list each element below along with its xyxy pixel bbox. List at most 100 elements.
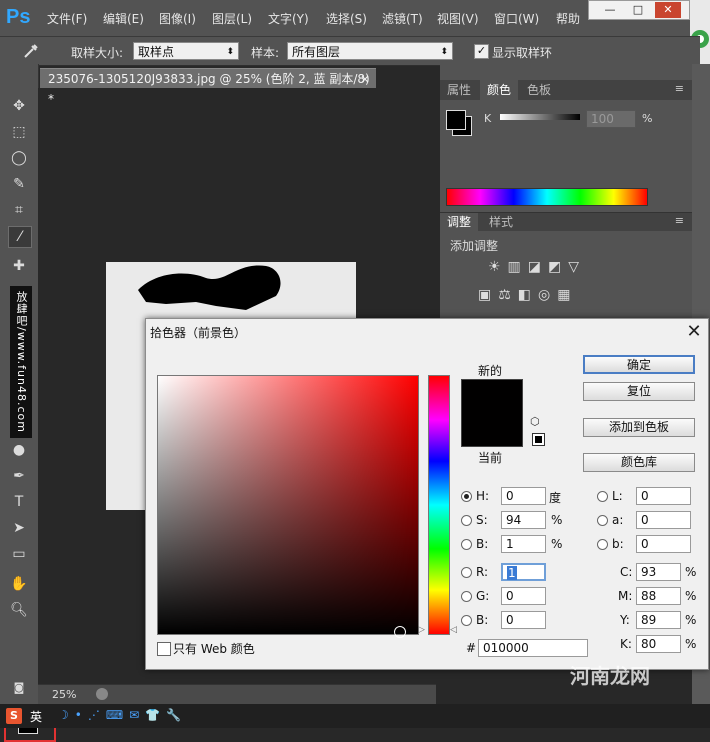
- r-label: R:: [476, 565, 489, 579]
- close-icon[interactable]: ✕: [684, 321, 704, 342]
- sample-size-select[interactable]: 取样点 ⬍: [133, 42, 239, 60]
- r-radio[interactable]: [461, 567, 472, 578]
- menu-file[interactable]: 文件(F): [47, 10, 87, 27]
- ok-button[interactable]: 确定: [583, 355, 695, 374]
- b-field[interactable]: 1: [501, 535, 546, 553]
- m-field[interactable]: 88: [636, 587, 681, 605]
- blue-field[interactable]: 0: [501, 611, 546, 629]
- b-label: B:: [476, 537, 489, 551]
- document-tab[interactable]: 235076-1305120J93833.jpg @ 25% (色阶 2, 蓝 …: [40, 68, 376, 106]
- a-field[interactable]: 0: [636, 511, 691, 529]
- g-field[interactable]: 0: [501, 587, 546, 605]
- adjustment-icons-row1[interactable]: ☀▥◪◩▽: [488, 259, 586, 275]
- hand-tool-icon[interactable]: ✋: [8, 574, 30, 594]
- close-tab-icon[interactable]: ×: [360, 69, 370, 89]
- eyedropper-tool-icon[interactable]: ⁄: [8, 226, 32, 248]
- hex-field[interactable]: 010000: [478, 639, 588, 657]
- hue-slider-right-arrow[interactable]: ◁: [450, 625, 457, 635]
- saturation-brightness-field[interactable]: [157, 375, 419, 638]
- crop-tool-icon[interactable]: ⌗: [8, 200, 30, 220]
- tab-styles[interactable]: 样式: [482, 213, 520, 231]
- quick-select-tool-icon[interactable]: ✎: [8, 174, 30, 194]
- quick-mask-icon[interactable]: ◙: [8, 678, 30, 698]
- web-only-checkbox[interactable]: [157, 642, 171, 656]
- h-radio[interactable]: [461, 491, 472, 502]
- menu-select[interactable]: 选择(S): [326, 10, 367, 27]
- hue-slider-left-arrow[interactable]: ▷: [418, 625, 425, 635]
- menu-help[interactable]: 帮助: [556, 10, 580, 27]
- color-libraries-button[interactable]: 颜色库: [583, 453, 695, 472]
- panel-foreground-swatch[interactable]: [446, 110, 466, 130]
- lasso-tool-icon[interactable]: ◯: [8, 148, 30, 168]
- lab-b-radio[interactable]: [597, 539, 608, 550]
- menu-layer[interactable]: 图层(L): [212, 10, 252, 27]
- web-safe-icon[interactable]: [532, 433, 545, 446]
- sogou-ime-icon[interactable]: S: [6, 708, 22, 724]
- color-field-cursor[interactable]: [394, 626, 406, 638]
- h-unit: 度: [549, 491, 562, 505]
- color-panel-tabs: 属性 颜色 色板 ≡: [440, 80, 692, 100]
- path-select-tool-icon[interactable]: ➤: [8, 518, 30, 538]
- dialog-title: 拾色器（前景色）: [150, 326, 247, 340]
- sample-select[interactable]: 所有图层 ⬍: [287, 42, 453, 60]
- tab-adjustments[interactable]: 调整: [440, 213, 479, 231]
- eyedropper-icon[interactable]: [22, 42, 40, 60]
- c-field[interactable]: 93: [636, 563, 681, 581]
- h-field[interactable]: 0: [501, 487, 546, 505]
- healing-brush-tool-icon[interactable]: ✚: [8, 256, 30, 276]
- ime-language[interactable]: 英: [30, 708, 42, 725]
- dodge-tool-icon[interactable]: ●: [8, 440, 30, 460]
- k-slider[interactable]: [500, 114, 580, 120]
- ime-toolbar-icons[interactable]: ☽•⋰⌨✉👕🔧: [58, 708, 187, 722]
- hue-slider[interactable]: [428, 375, 450, 635]
- zoom-level[interactable]: 25%: [52, 688, 76, 701]
- adjustments-menu-icon[interactable]: ≡: [675, 214, 684, 227]
- a-radio[interactable]: [597, 515, 608, 526]
- s-radio[interactable]: [461, 515, 472, 526]
- maximize-button[interactable]: □: [625, 2, 651, 18]
- k-value-field[interactable]: 100: [586, 110, 636, 128]
- tab-properties[interactable]: 属性: [440, 80, 478, 100]
- zoom-tool-icon[interactable]: 🔍︎: [8, 600, 30, 620]
- window-controls: — □ ✕: [588, 0, 690, 20]
- status-menu-icon[interactable]: [96, 688, 108, 700]
- r-field[interactable]: 1: [501, 563, 546, 581]
- reset-button[interactable]: 复位: [583, 382, 695, 401]
- menu-view[interactable]: 视图(V): [437, 10, 479, 27]
- menu-window[interactable]: 窗口(W): [494, 10, 539, 27]
- s-unit: %: [551, 513, 563, 527]
- show-ring-label: 显示取样环: [492, 46, 553, 60]
- panel-menu-icon[interactable]: ≡: [675, 82, 684, 95]
- type-tool-icon[interactable]: T: [8, 492, 30, 512]
- adjustment-icons-row2[interactable]: ▣⚖◧◎▦: [478, 287, 577, 303]
- menu-bar: Ps 文件(F) 编辑(E) 图像(I) 图层(L) 文字(Y) 选择(S) 滤…: [0, 0, 710, 36]
- menu-type[interactable]: 文字(Y): [268, 10, 309, 27]
- g-radio[interactable]: [461, 591, 472, 602]
- y-field[interactable]: 89: [636, 611, 681, 629]
- pen-tool-icon[interactable]: ✒: [8, 466, 30, 486]
- tab-color[interactable]: 颜色: [480, 80, 519, 100]
- rectangle-tool-icon[interactable]: ▭: [8, 544, 30, 564]
- show-ring-checkbox[interactable]: ✓: [474, 44, 489, 59]
- tab-swatches[interactable]: 色板: [520, 80, 558, 100]
- move-tool-icon[interactable]: ✥: [8, 96, 30, 116]
- marquee-tool-icon[interactable]: ⬚: [8, 122, 30, 142]
- status-bar: 25%: [38, 684, 436, 705]
- color-spectrum-bar[interactable]: [446, 188, 648, 206]
- blue-radio[interactable]: [461, 615, 472, 626]
- close-window-button[interactable]: ✕: [655, 2, 681, 18]
- menu-edit[interactable]: 编辑(E): [103, 10, 144, 27]
- k-unit-dialog: %: [685, 637, 697, 651]
- b-radio[interactable]: [461, 539, 472, 550]
- cube-icon[interactable]: ⬡: [530, 415, 540, 428]
- menu-filter[interactable]: 滤镜(T): [382, 10, 423, 27]
- add-to-swatches-button[interactable]: 添加到色板: [583, 418, 695, 437]
- s-field[interactable]: 94: [501, 511, 546, 529]
- sample-label: 样本:: [251, 46, 280, 60]
- l-radio[interactable]: [597, 491, 608, 502]
- minimize-button[interactable]: —: [597, 2, 623, 18]
- l-field[interactable]: 0: [636, 487, 691, 505]
- k-field[interactable]: 80: [636, 635, 681, 653]
- menu-image[interactable]: 图像(I): [159, 10, 196, 27]
- lab-b-field[interactable]: 0: [636, 535, 691, 553]
